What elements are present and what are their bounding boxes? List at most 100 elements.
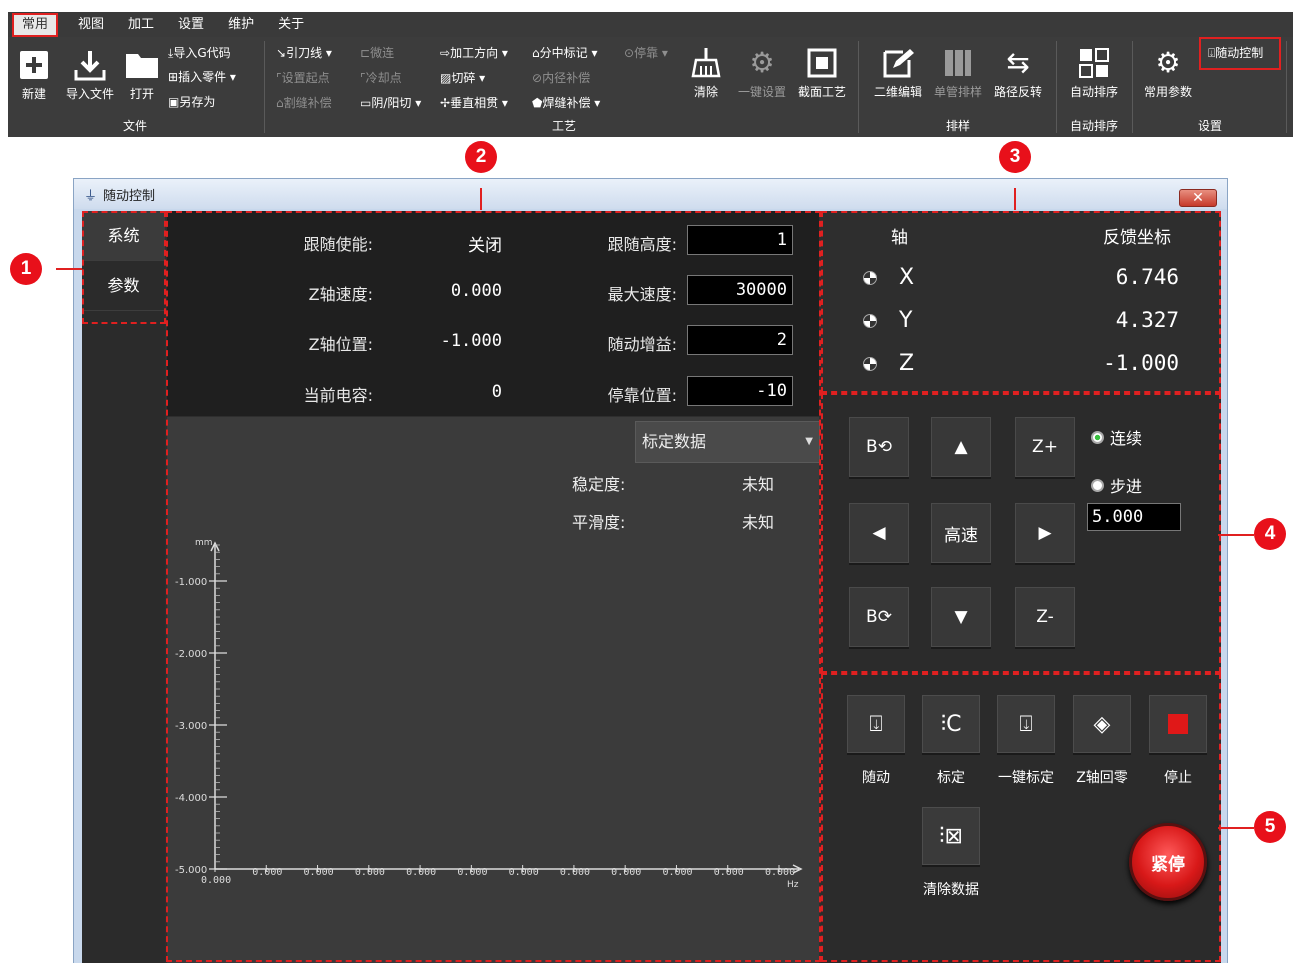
window-body: 系统 参数 跟随使能: 关闭 跟随高度: 1 Z轴速度: 0.000 最大速度:… [82,211,1221,963]
micro-joint-icon: ⊏ [360,46,371,60]
clear-label: 清除 [693,85,718,99]
cool-point-button[interactable]: ⌜冷却点 [360,68,402,88]
kerf-comp-button[interactable]: ⌂割缝补偿 [276,93,332,113]
menu-view[interactable]: 视图 [66,12,116,37]
window-icon: ⏚ [84,188,98,204]
micro-joint-label: 微连 [370,46,395,60]
direction-icon: ⇨ [440,46,451,60]
folder-icon [122,45,162,85]
tube-nest-icon [938,43,978,83]
callout-3: 3 [999,141,1031,173]
insert-part-label: 插入零件 [178,70,227,84]
divider [1132,41,1133,133]
pin-icon: ⊙ [624,46,635,60]
vertical-icon: ✢ [440,96,451,110]
cool-point-label: 冷却点 [365,71,402,85]
common-params-button[interactable]: ⚙ 常用参数 [1136,43,1200,100]
lead-line-button[interactable]: ↘引刀线 ▾ [276,43,332,63]
yin-yang-button[interactable]: ▭阴/阳切 ▾ [360,93,421,113]
chevron-down-icon: ▾ [226,70,236,84]
close-button[interactable]: ✕ [1179,189,1217,207]
insert-part-icon: ⊞ [168,70,179,84]
group-process-label: 工艺 [551,119,576,133]
common-params-label: 常用参数 [1143,85,1192,99]
direction-button[interactable]: ⇨加工方向 ▾ [440,43,508,63]
menu-maintain[interactable]: 维护 [216,12,266,37]
lead-line-label: 引刀线 [286,46,323,60]
insert-part-button[interactable]: ⊞插入零件 ▾ [168,67,236,87]
save-as-button[interactable]: ▣另存为 [168,92,215,112]
new-icon [14,45,54,85]
group-settings-label: 设置 [1197,119,1222,133]
highlight-box [1199,37,1281,70]
kerf-comp-label: 割缝补偿 [283,96,332,110]
chop-button[interactable]: ▨切碎 ▾ [440,68,485,88]
divider [264,41,265,133]
chop-icon: ▨ [440,71,452,85]
broom-icon [686,43,726,83]
menu-about[interactable]: 关于 [266,12,316,37]
direction-label: 加工方向 [450,46,499,60]
group-file-label: 文件 [122,119,147,133]
section-icon [802,43,842,83]
ribbon: 新建 导入文件 打开 ⤓导入G代码 ⊞插入零件 ▾ ▣另存为 文件 ↘引刀线 ▾… [8,37,1293,137]
reverse-label: 路径反转 [993,85,1042,99]
mid-mark-icon: ⌂ [532,46,540,60]
callout-1: 1 [10,253,42,285]
annotation-box-4 [821,393,1221,673]
annotation-box-3 [821,211,1221,393]
menu-settings[interactable]: 设置 [166,12,216,37]
weld-comp-label: 焊缝补偿 [542,96,591,110]
divider [1286,41,1287,133]
callout-4: 4 [1254,518,1286,550]
chop-label: 切碎 [451,71,476,85]
open-label: 打开 [129,87,154,101]
reverse-path-button[interactable]: ⇆ 路径反转 [988,43,1048,100]
callout-2: 2 [465,141,497,173]
save-as-label: 另存为 [179,95,216,109]
chevron-down-icon: ▾ [475,71,486,85]
section-button[interactable]: 截面工艺 [792,43,852,100]
auto-sort-button[interactable]: 自动排序 [1062,43,1126,100]
window-title: 随动控制 [103,188,156,204]
menu-common[interactable]: 常用 [12,12,59,37]
import-file-button[interactable]: 导入文件 [60,45,120,102]
dock-button[interactable]: ⊙停靠 ▾ [624,43,668,63]
gear-number-icon: ⚙ [749,46,775,79]
group-auto-sort-label: 自动排序 [1069,119,1118,133]
vertical-label: 垂直相贯 [450,96,499,110]
import-file-label: 导入文件 [65,87,114,101]
group-nesting-label: 排样 [945,119,970,133]
import-icon [70,45,110,85]
import-gcode-button[interactable]: ⤓导入G代码 [168,43,231,63]
edit2d-label: 二维编辑 [873,85,922,99]
edit2d-button[interactable]: 二维编辑 [868,43,928,100]
kerf-comp-icon: ⌂ [276,96,284,110]
callout-line [56,268,82,270]
set-start-button[interactable]: ⌜设置起点 [276,68,330,88]
one-click-button[interactable]: ⚙ 一键设置 [732,43,792,100]
dock-label: 停靠 [634,46,659,60]
gear-icon: ⚙ [1155,46,1181,79]
annotation-box-1 [82,211,166,324]
mid-mark-label: 分中标记 [539,46,588,60]
new-label: 新建 [21,87,46,101]
clear-button[interactable]: 清除 [684,43,728,100]
callout-line [480,188,482,210]
new-button[interactable]: 新建 [12,45,56,102]
chevron-down-icon: ▾ [498,96,508,110]
inner-comp-button[interactable]: ⊘内径补偿 [532,68,590,88]
micro-joint-button[interactable]: ⊏微连 [360,43,394,63]
vertical-button[interactable]: ✢垂直相贯 ▾ [440,93,508,113]
callout-5: 5 [1254,811,1286,843]
open-button[interactable]: 打开 [120,45,164,102]
weld-comp-button[interactable]: ⬟焊缝补偿 ▾ [532,93,600,113]
yin-yang-label: 阴/阳切 [371,96,412,110]
mid-mark-button[interactable]: ⌂分中标记 ▾ [532,43,597,63]
callout-line [1014,188,1016,210]
close-icon: ✕ [1192,190,1204,206]
one-click-label: 一键设置 [737,85,786,99]
menu-process[interactable]: 加工 [116,12,166,37]
single-nest-button[interactable]: 单管排样 [928,43,988,100]
auto-sort-label: 自动排序 [1069,85,1118,99]
